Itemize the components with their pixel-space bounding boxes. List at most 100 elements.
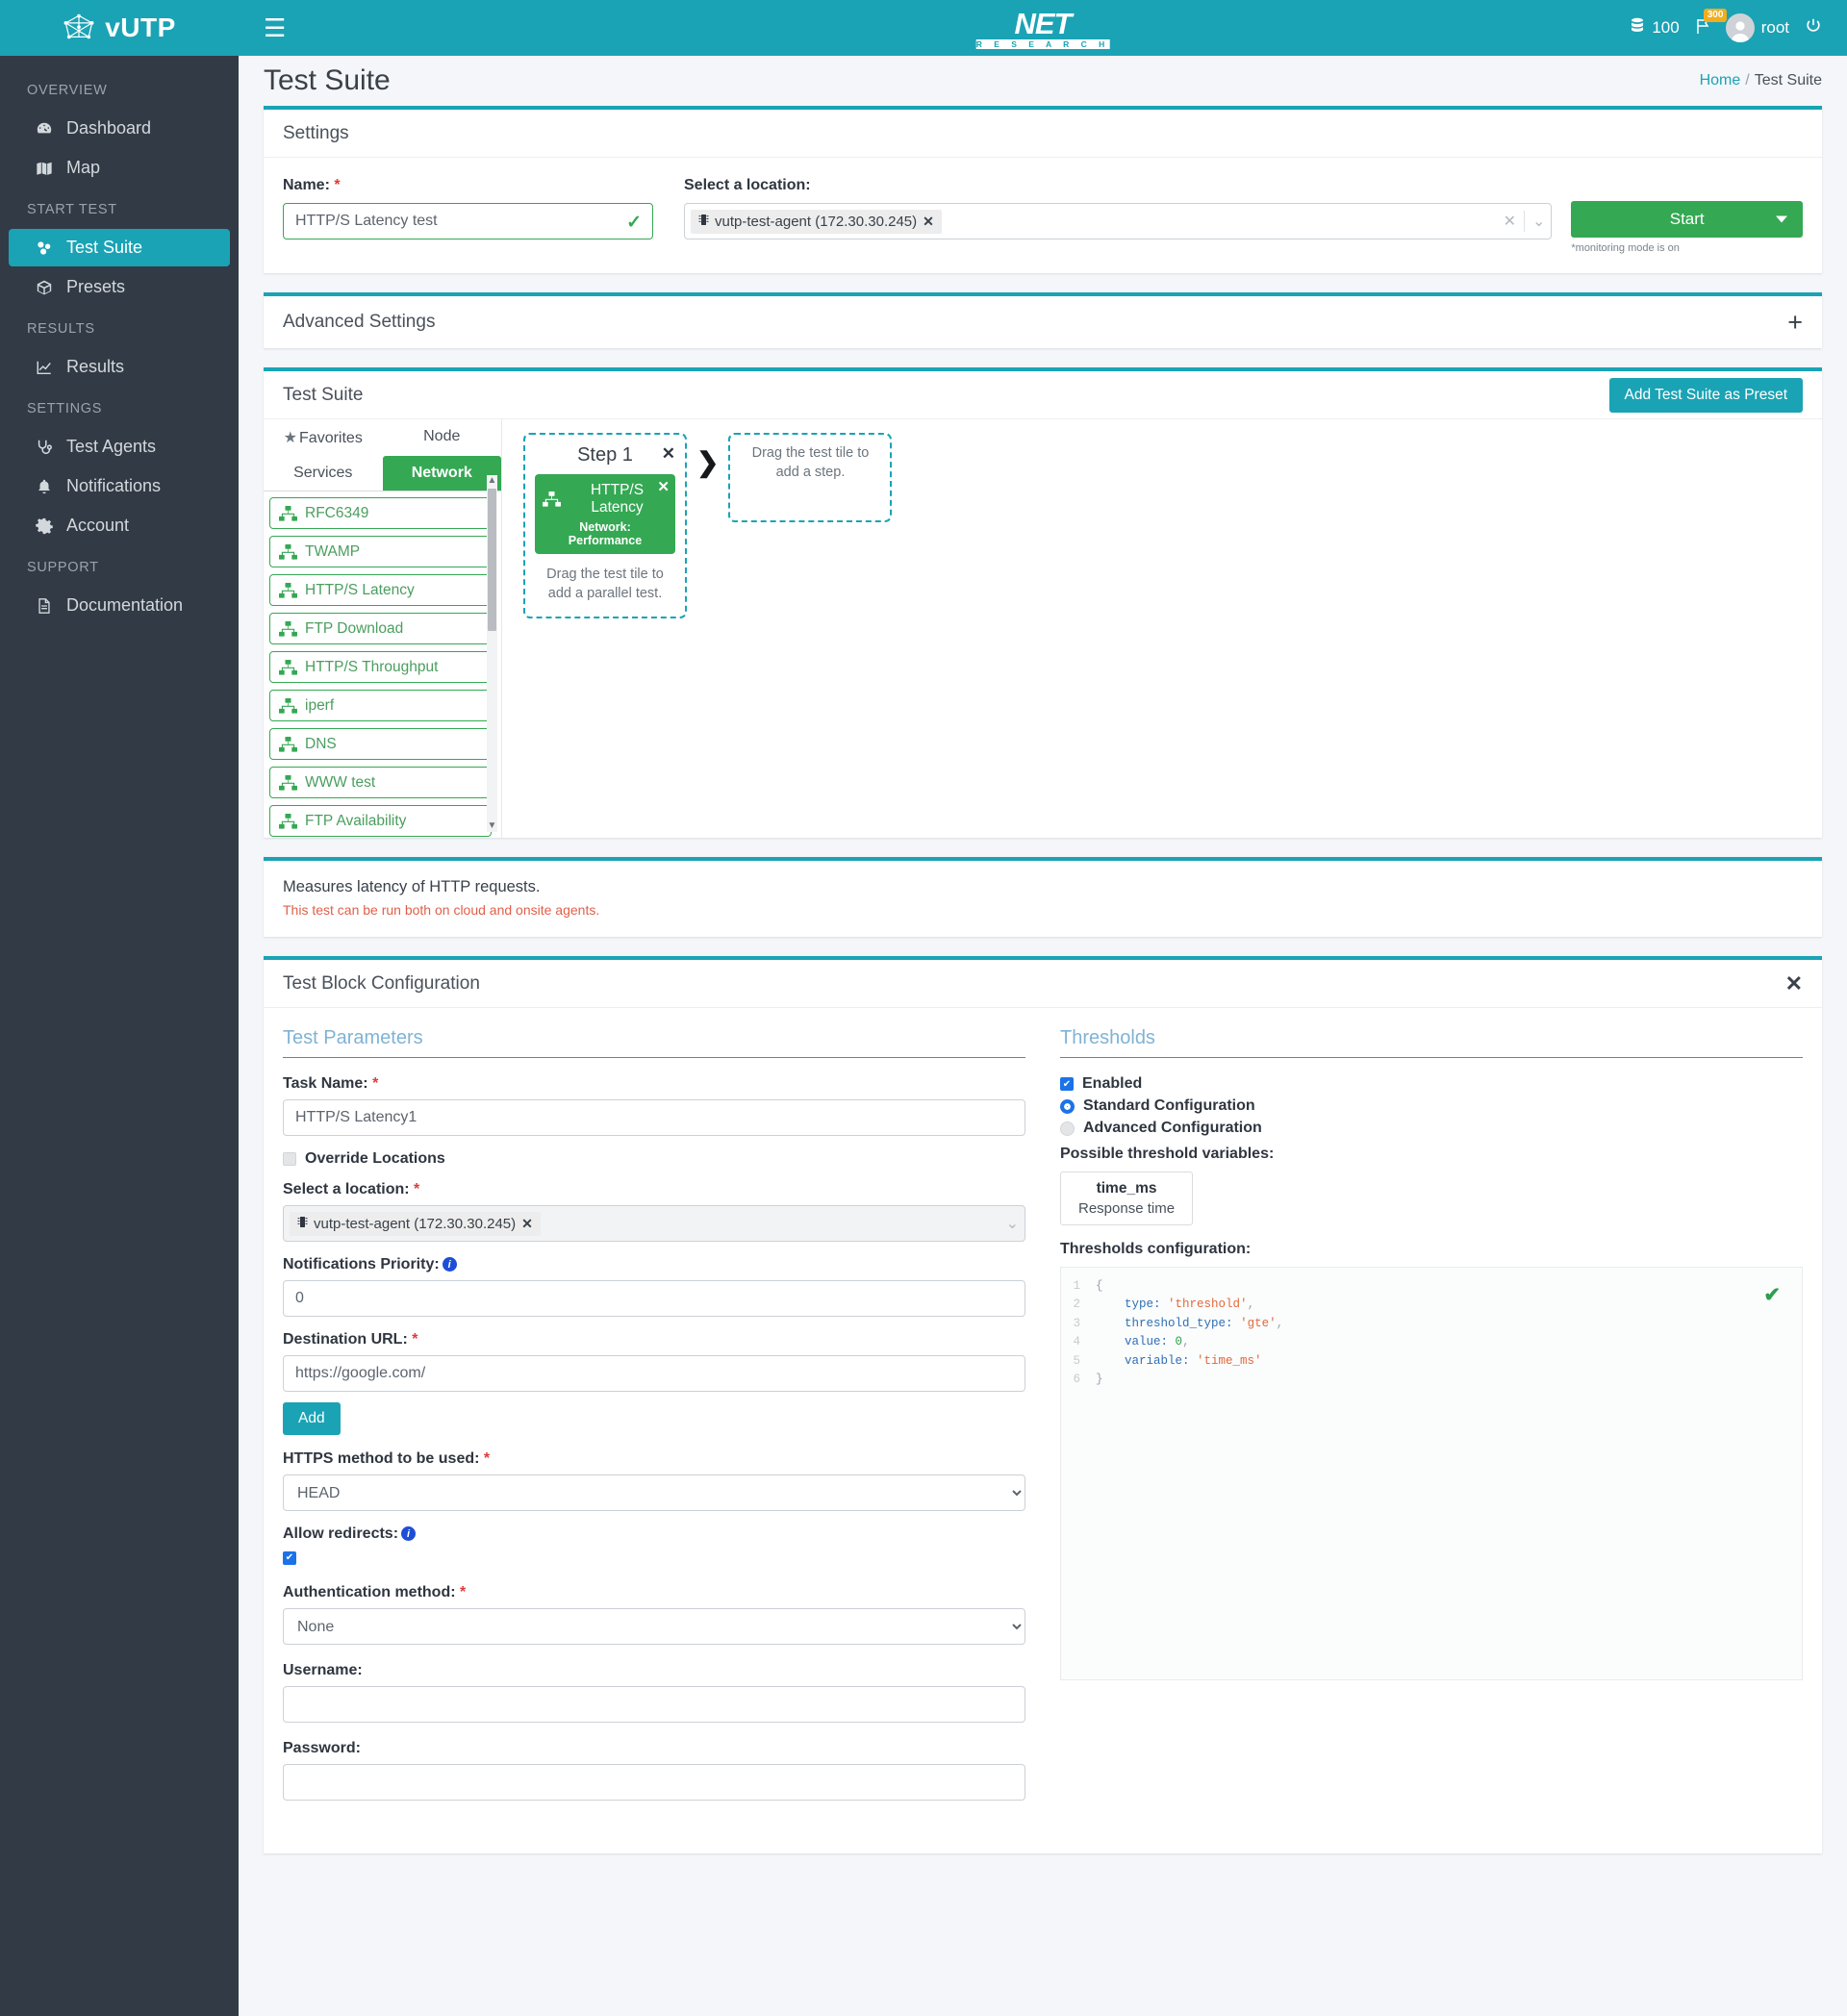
required-asterisk: * bbox=[412, 1331, 418, 1348]
add-url-button[interactable]: Add bbox=[283, 1402, 341, 1435]
sidebar-item-test-suite[interactable]: Test Suite bbox=[9, 229, 230, 266]
close-icon[interactable]: ✕ bbox=[662, 444, 675, 464]
username-input[interactable] bbox=[283, 1686, 1025, 1723]
close-icon[interactable]: ✕ bbox=[1785, 972, 1803, 995]
star-icon: ★ bbox=[283, 430, 298, 446]
user-menu[interactable]: root bbox=[1725, 13, 1789, 42]
credits-count: 100 bbox=[1652, 18, 1680, 37]
code-line-number: 2 bbox=[1073, 1298, 1080, 1312]
sidebar-item-map[interactable]: Map bbox=[9, 149, 230, 187]
destination-url-input[interactable] bbox=[283, 1355, 1025, 1392]
brand-logo[interactable]: vUTP bbox=[0, 0, 239, 56]
sidebar-item-label: Presets bbox=[66, 277, 126, 296]
flag-badge: 300 bbox=[1703, 8, 1728, 22]
flag-indicator[interactable]: 300 bbox=[1695, 8, 1728, 39]
palette-tile[interactable]: RFC6349 bbox=[269, 497, 492, 529]
threshold-variable-chip[interactable]: time_ms Response time bbox=[1060, 1172, 1194, 1225]
palette-tile[interactable]: TWAMP bbox=[269, 536, 492, 567]
info-icon[interactable]: i bbox=[401, 1526, 417, 1542]
palette-tile[interactable]: DNS bbox=[269, 728, 492, 760]
close-icon[interactable]: ✕ bbox=[521, 1216, 533, 1232]
override-locations-group[interactable]: Override Locations bbox=[283, 1150, 1025, 1168]
chevron-down-icon[interactable]: ⌄ bbox=[1532, 212, 1545, 231]
palette-tile[interactable]: iperf bbox=[269, 690, 492, 721]
scroll-up-icon[interactable]: ▲ bbox=[488, 475, 497, 487]
sidebar-item-presets[interactable]: Presets bbox=[9, 268, 230, 306]
sidebar-item-results[interactable]: Results bbox=[9, 348, 230, 386]
thresholds-enabled-checkbox[interactable]: ✔ bbox=[1060, 1077, 1074, 1091]
clear-icon[interactable]: ✕ bbox=[1504, 212, 1516, 231]
username-label: Username: bbox=[283, 1662, 363, 1678]
override-locations-checkbox[interactable] bbox=[283, 1152, 296, 1166]
https-method-group: HTTPS method to be used: * HEAD bbox=[283, 1450, 1025, 1511]
allow-redirects-checkbox[interactable]: ✔ bbox=[283, 1550, 296, 1565]
product-logo-text: NET bbox=[1014, 7, 1072, 40]
step-card[interactable]: Step 1 ✕ ✕ HTTP/S Latency Network: Perfo… bbox=[523, 433, 687, 619]
page-header: Test Suite Home / Test Suite bbox=[239, 56, 1847, 106]
advanced-settings-header[interactable]: Advanced Settings + bbox=[264, 296, 1822, 348]
advanced-configuration-radio[interactable] bbox=[1060, 1121, 1075, 1136]
password-input[interactable] bbox=[283, 1764, 1025, 1801]
scrollbar-thumb[interactable] bbox=[488, 489, 496, 631]
notifications-priority-label: Notifications Priority: i bbox=[283, 1256, 1025, 1273]
sidebar-item-account[interactable]: Account bbox=[9, 507, 230, 544]
tab-favorites[interactable]: ★ Favorites bbox=[264, 419, 383, 456]
notifications-priority-input[interactable] bbox=[283, 1280, 1025, 1317]
allow-redirects-label: Allow redirects: i bbox=[283, 1525, 1025, 1543]
auth-method-group: Authentication method: * None bbox=[283, 1584, 1025, 1645]
network-test-icon bbox=[279, 582, 297, 598]
breadcrumb-home[interactable]: Home bbox=[1700, 72, 1741, 88]
thresholds-code-editor[interactable]: ✔ 1{ 2 type: 'threshold', 3 threshold_ty… bbox=[1060, 1267, 1803, 1680]
sidebar-item-notifications[interactable]: Notifications bbox=[9, 467, 230, 505]
https-method-select[interactable]: HEAD bbox=[283, 1474, 1025, 1511]
palette-tabs-top: ★ Favorites Node bbox=[264, 419, 501, 456]
tab-node[interactable]: Node bbox=[383, 419, 502, 456]
auth-method-select[interactable]: None bbox=[283, 1608, 1025, 1645]
palette-tile[interactable]: FTP Download bbox=[269, 613, 492, 644]
caret-down-icon[interactable] bbox=[1776, 215, 1787, 223]
close-icon[interactable]: ✕ bbox=[657, 478, 670, 495]
advanced-configuration-group[interactable]: Advanced Configuration bbox=[1060, 1120, 1803, 1137]
settings-card-body: Name: * ✓ Select a location: bbox=[264, 158, 1822, 273]
palette-tile[interactable]: WWW test bbox=[269, 767, 492, 798]
scroll-down-icon[interactable]: ▼ bbox=[488, 820, 497, 832]
name-input[interactable] bbox=[283, 203, 653, 239]
tab-network[interactable]: Network bbox=[382, 456, 501, 491]
sidebar-item-test-agents[interactable]: Test Agents bbox=[9, 428, 230, 466]
name-label: Name: * bbox=[283, 177, 341, 193]
chevron-down-icon[interactable]: ⌄ bbox=[1006, 1214, 1019, 1233]
location-select[interactable]: vutp-test-agent (172.30.30.245) ✕ ✕ ⌄ bbox=[684, 203, 1553, 239]
palette-scrollbar[interactable]: ▲ ▼ bbox=[487, 475, 497, 832]
credits-indicator[interactable]: 100 bbox=[1630, 17, 1680, 38]
network-test-icon bbox=[279, 774, 297, 791]
power-icon[interactable] bbox=[1805, 17, 1822, 39]
topbar-right: 100 300 root bbox=[1630, 8, 1822, 42]
task-name-input[interactable] bbox=[283, 1099, 1025, 1136]
empty-step-dropzone[interactable]: Drag the test tile to add a step. bbox=[728, 433, 893, 522]
start-button[interactable]: Start bbox=[1571, 201, 1803, 238]
palette-tile[interactable]: HTTP/S Throughput bbox=[269, 651, 492, 683]
step-tile-sublabel: Network: Performance bbox=[568, 520, 643, 547]
destination-url-label: Destination URL: * bbox=[283, 1331, 418, 1348]
app-root: vUTP OVERVIEW Dashboard Map START TEST T… bbox=[0, 0, 1847, 2016]
plus-icon[interactable]: + bbox=[1787, 309, 1803, 336]
sidebar-item-dashboard[interactable]: Dashboard bbox=[9, 110, 230, 147]
test-suite-builder: ★ Favorites Node Services Network RFC6349… bbox=[264, 419, 1822, 838]
thresholds-enabled-group[interactable]: ✔ Enabled bbox=[1060, 1075, 1803, 1093]
step-test-tile[interactable]: ✕ HTTP/S Latency Network: Performance bbox=[535, 474, 675, 554]
add-test-suite-as-preset-button[interactable]: Add Test Suite as Preset bbox=[1608, 377, 1803, 413]
config-location-select[interactable]: vutp-test-agent (172.30.30.245) ✕ ⌄ bbox=[283, 1205, 1025, 1242]
hamburger-menu-icon[interactable]: ☰ bbox=[264, 15, 286, 40]
sidebar-item-documentation[interactable]: Documentation bbox=[9, 587, 230, 624]
info-icon[interactable]: i bbox=[442, 1257, 457, 1273]
config-card-header: Test Block Configuration ✕ bbox=[264, 960, 1822, 1008]
test-suite-icon bbox=[36, 239, 57, 257]
password-group: Password: bbox=[283, 1740, 1025, 1801]
palette-tile[interactable]: FTP Availability bbox=[269, 805, 492, 837]
palette-tile[interactable]: HTTP/S Latency bbox=[269, 574, 492, 606]
tab-services[interactable]: Services bbox=[264, 456, 383, 491]
advanced-settings-card[interactable]: Advanced Settings + bbox=[264, 292, 1822, 348]
standard-configuration-group[interactable]: Standard Configuration bbox=[1060, 1097, 1803, 1115]
close-icon[interactable]: ✕ bbox=[923, 214, 934, 230]
standard-configuration-radio[interactable] bbox=[1060, 1098, 1075, 1114]
